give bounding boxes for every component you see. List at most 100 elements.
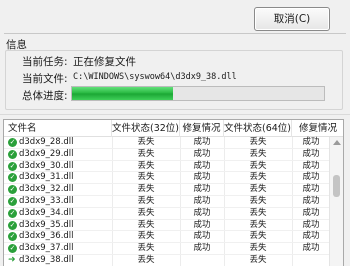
repair-64-cell: 成功 — [302, 184, 320, 195]
file-name-cell: ✓ d3dx9_30.dll — [8, 161, 112, 172]
status-32-cell: 丢失 — [137, 137, 155, 147]
top-bar: 取消(C) — [0, 0, 350, 34]
repair-64-cell: 成功 — [302, 207, 320, 218]
repair-64-cell: 成功 — [302, 243, 320, 254]
status-64-cell: 丢失 — [249, 219, 267, 230]
file-name: d3dx9_30.dll — [19, 160, 74, 171]
repair-64-cell: 成功 — [302, 172, 320, 183]
repair-32-cell: 成功 — [193, 184, 211, 195]
status-64-cell: 丢失 — [249, 231, 267, 242]
file-name-cell: ✓ d3dx9_36.dll — [8, 231, 112, 242]
check-icon: ✓ — [8, 173, 17, 183]
status-32-cell: 丢失 — [137, 195, 155, 206]
vertical-scrollbar[interactable] — [329, 137, 343, 266]
check-icon: ✓ — [8, 185, 17, 195]
repair-32-cell: 成功 — [193, 207, 211, 218]
repair-32-cell: 成功 — [193, 148, 211, 159]
header-repair-32[interactable]: 修复情况 — [180, 120, 224, 137]
current-task-value: 正在修复文件 — [73, 56, 136, 68]
repair-64-cell: 成功 — [302, 231, 320, 242]
repair-32-cell: 成功 — [193, 219, 211, 230]
overall-progress-label: 总体进度: — [22, 90, 68, 102]
scroll-thumb[interactable] — [333, 175, 340, 197]
table-row[interactable]: ✓ d3dx9_35.dll 丢失 成功 丢失 成功 — [4, 220, 330, 232]
file-name-cell: ✓ d3dx9_29.dll — [8, 149, 112, 160]
file-table: 文件名 文件状态(32位) 修复情况 文件状态(64位) 修复情况 ✓ d3dx9… — [3, 119, 344, 266]
status-64-cell: 丢失 — [249, 137, 267, 147]
check-icon: ✓ — [8, 196, 17, 206]
file-name: d3dx9_35.dll — [19, 219, 74, 230]
check-icon: ✓ — [8, 244, 17, 254]
repair-32-cell: 成功 — [193, 172, 211, 183]
status-64-cell: 丢失 — [249, 254, 267, 265]
status-32-cell: 丢失 — [137, 231, 155, 242]
table-row[interactable]: ✓ d3dx9_28.dll 丢失 成功 丢失 成功 — [4, 137, 330, 149]
file-name-cell: ✓ d3dx9_28.dll — [8, 137, 112, 148]
scroll-up-icon[interactable] — [333, 140, 341, 145]
file-name: d3dx9_36.dll — [19, 231, 74, 242]
table-row[interactable]: ✓ d3dx9_32.dll 丢失 成功 丢失 成功 — [4, 184, 330, 196]
file-name: d3dx9_38.dll — [19, 254, 74, 265]
status-64-cell: 丢失 — [249, 184, 267, 195]
status-64-cell: 丢失 — [249, 243, 267, 254]
check-icon: ✓ — [8, 208, 17, 218]
table-row[interactable]: ✓ d3dx9_37.dll 丢失 成功 丢失 成功 — [4, 243, 330, 255]
header-status-32[interactable]: 文件状态(32位) — [112, 120, 180, 137]
status-64-cell: 丢失 — [249, 148, 267, 159]
progress-fill — [72, 87, 173, 100]
check-icon: ✓ — [8, 232, 17, 242]
file-name: d3dx9_31.dll — [19, 172, 74, 183]
status-64-cell: 丢失 — [249, 172, 267, 183]
repair-32-cell — [180, 255, 224, 266]
status-64-cell: 丢失 — [249, 207, 267, 218]
repair-32-cell: 成功 — [193, 231, 211, 242]
repair-64-cell — [292, 255, 330, 266]
overall-progress-bar — [71, 86, 325, 101]
file-name-cell: ✓ d3dx9_34.dll — [8, 208, 112, 219]
file-name: d3dx9_29.dll — [19, 148, 74, 159]
repair-32-cell: 成功 — [193, 137, 211, 147]
file-name: d3dx9_34.dll — [19, 207, 74, 218]
table-row[interactable]: ✓ d3dx9_36.dll 丢失 成功 丢失 成功 — [4, 231, 330, 244]
current-task-label: 当前任务: — [22, 56, 68, 68]
table-row[interactable]: ✓ d3dx9_34.dll 丢失 成功 丢失 成功 — [4, 208, 330, 220]
table-row[interactable]: ✓ d3dx9_29.dll 丢失 成功 丢失 成功 — [4, 149, 330, 161]
check-icon: ✓ — [8, 161, 17, 171]
top-divider — [4, 33, 346, 34]
check-icon: ✓ — [8, 220, 17, 230]
repair-32-cell: 成功 — [193, 195, 211, 206]
table-row[interactable]: ✓ d3dx9_30.dll 丢失 成功 丢失 成功 — [4, 161, 330, 173]
file-name: d3dx9_28.dll — [19, 137, 74, 147]
repair-32-cell: 成功 — [193, 243, 211, 254]
arrow-right-icon: ➜ — [8, 254, 16, 265]
file-name-cell: ➜ d3dx9_38.dll — [8, 255, 112, 266]
check-icon: ✓ — [8, 149, 17, 159]
table-row[interactable]: ✓ d3dx9_33.dll 丢失 成功 丢失 成功 — [4, 196, 330, 208]
file-name-cell: ✓ d3dx9_37.dll — [8, 243, 112, 254]
repair-64-cell: 成功 — [302, 219, 320, 230]
repair-64-cell: 成功 — [302, 160, 320, 171]
header-filename[interactable]: 文件名 — [4, 120, 112, 137]
status-64-cell: 丢失 — [249, 160, 267, 171]
status-32-cell: 丢失 — [137, 148, 155, 159]
repair-64-cell: 成功 — [302, 137, 320, 147]
status-32-cell: 丢失 — [137, 160, 155, 171]
status-32-cell: 丢失 — [137, 243, 155, 254]
current-file-label: 当前文件: — [22, 73, 68, 85]
status-32-cell: 丢失 — [137, 219, 155, 230]
file-name-cell: ✓ d3dx9_35.dll — [8, 220, 112, 231]
cancel-button[interactable]: 取消(C) — [254, 7, 330, 31]
header-repair-64[interactable]: 修复情况 — [292, 120, 343, 137]
table-row[interactable]: ➜ d3dx9_38.dll 丢失 丢失 — [4, 255, 330, 266]
status-32-cell: 丢失 — [137, 184, 155, 195]
section-divider — [0, 114, 350, 115]
file-name-cell: ✓ d3dx9_33.dll — [8, 196, 112, 207]
file-name: d3dx9_37.dll — [19, 243, 74, 254]
repair-32-cell: 成功 — [193, 160, 211, 171]
status-32-cell: 丢失 — [137, 172, 155, 183]
current-file-value: C:\WINDOWS\syswow64\d3dx9_38.dll — [73, 72, 237, 82]
header-status-64[interactable]: 文件状态(64位) — [224, 120, 292, 137]
file-name: d3dx9_33.dll — [19, 195, 74, 206]
table-row[interactable]: ✓ d3dx9_31.dll 丢失 成功 丢失 成功 — [4, 172, 330, 185]
table-header: 文件名 文件状态(32位) 修复情况 文件状态(64位) 修复情况 — [4, 120, 343, 137]
